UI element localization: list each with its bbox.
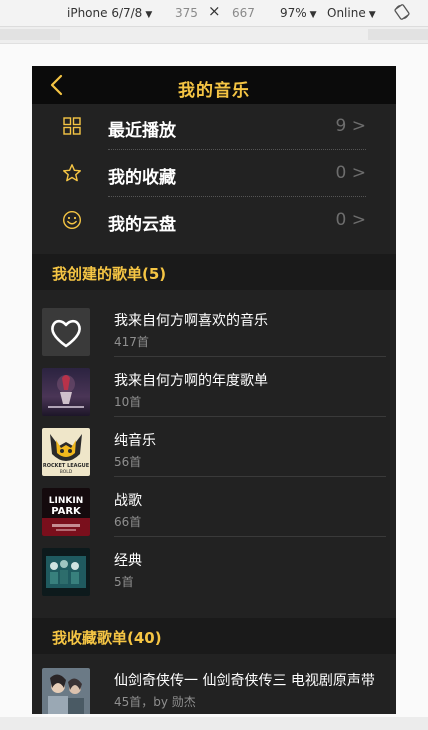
divider [114,356,386,357]
page-title: 我的音乐 [178,81,250,101]
playlist-item[interactable]: 经典 5首 [32,544,396,604]
album-cover-3: LINKIN PARK [42,488,90,536]
star-icon [63,164,81,182]
album-cover-5 [42,668,90,714]
heart-cover [42,308,90,356]
divider [114,476,386,477]
playlist-name: 战歌 [114,493,142,509]
cover-text: BOLD [60,469,73,475]
playlist-name: 纯音乐 [114,433,156,449]
dropdown-caret-icon: ▼ [145,10,153,20]
horizontal-scrollbar[interactable] [0,717,428,730]
network-value: Online [327,6,366,20]
media-query-bar [0,27,428,44]
phone-viewport: 我的音乐 最近播放 9 > 我的收藏 0 > 我的云盘 0 > 我创建的歌单(5… [32,66,396,714]
zoom-select[interactable]: 97% ▼ [280,5,317,23]
media-query-segment[interactable] [368,29,428,40]
section-title: 我收藏歌单(40) [52,629,162,647]
media-query-segment[interactable] [0,29,60,40]
playlist-name: 经典 [114,553,142,569]
playlist-name: 仙剑奇侠传一 仙剑奇侠传三 电视剧原声带 [114,673,375,689]
menu-count: 9 > [335,116,366,136]
cover-text: ROCKET LEAGUE [43,463,90,469]
device-select[interactable]: iPhone 6/7/8 ▼ [67,5,152,23]
rotate-icon[interactable] [394,4,410,20]
playlist-name: 我来自何方啊喜欢的音乐 [114,313,268,329]
playlist-count: 10首 [114,395,142,409]
album-art: LINKIN PARK [42,488,90,536]
menu-item-recent[interactable]: 最近播放 9 > [32,104,396,150]
playlist-name: 我来自何方啊的年度歌单 [114,373,268,389]
dropdown-caret-icon: ▼ [309,10,317,20]
app-header: 我的音乐 [32,66,396,104]
menu-label: 最近播放 [108,121,176,141]
playlist-count: 5首 [114,575,134,589]
album-art: ROCKET LEAGUE BOLD [42,428,90,476]
menu-count: 0 > [335,163,366,183]
dropdown-caret-icon: ▼ [368,10,376,20]
heart-icon [51,319,81,348]
device-toolbar: iPhone 6/7/8 ▼ 375 × 667 97% ▼ Online ▼ [0,0,428,27]
album-art [42,368,90,416]
playlist-item[interactable]: LINKIN PARK 战歌 66首 [32,484,396,544]
album-art [42,668,90,714]
divider [108,149,366,150]
section-header-created[interactable]: 我创建的歌单(5) [32,254,396,290]
playlist-count: 66首 [114,515,142,529]
album-cover-2: ROCKET LEAGUE BOLD [42,428,90,476]
menu-item-cloud[interactable]: 我的云盘 0 > [32,198,396,244]
viewport-height-input[interactable]: 667 [232,5,255,21]
viewport-width-input[interactable]: 375 [175,5,198,21]
playlist-item[interactable]: ROCKET LEAGUE BOLD 纯音乐 56首 [32,424,396,484]
menu-item-favorites[interactable]: 我的收藏 0 > [32,151,396,197]
menu-label: 我的收藏 [108,168,176,188]
device-name: iPhone 6/7/8 [67,6,143,20]
playlist-item[interactable]: 我来自何方啊喜欢的音乐 417首 [32,304,396,364]
menu-count: 0 > [335,210,366,230]
album-cover-1 [42,368,90,416]
smiley-icon [62,210,82,230]
times-sign: × [208,2,221,20]
playlist-item[interactable]: 仙剑奇侠传一 仙剑奇侠传三 电视剧原声带 45首，by 勋杰 [32,664,396,714]
section-header-collected[interactable]: 我收藏歌单(40) [32,618,396,654]
playlist-item[interactable]: 我来自何方啊的年度歌单 10首 [32,364,396,424]
playlist-count: 417首 [114,335,149,349]
section-title: 我创建的歌单(5) [52,265,167,283]
divider [108,196,366,197]
playlist-count: 45首，by 勋杰 [114,695,196,709]
album-art [42,548,90,596]
grid-icon [63,117,81,135]
network-select[interactable]: Online ▼ [327,5,376,23]
cover-text: PARK [51,506,82,517]
playlist-count: 56首 [114,455,142,469]
menu-label: 我的云盘 [108,215,176,235]
divider [114,416,386,417]
zoom-value: 97% [280,6,307,20]
divider [114,536,386,537]
cover-text: LINKIN [49,496,83,506]
album-cover-4 [42,548,90,596]
